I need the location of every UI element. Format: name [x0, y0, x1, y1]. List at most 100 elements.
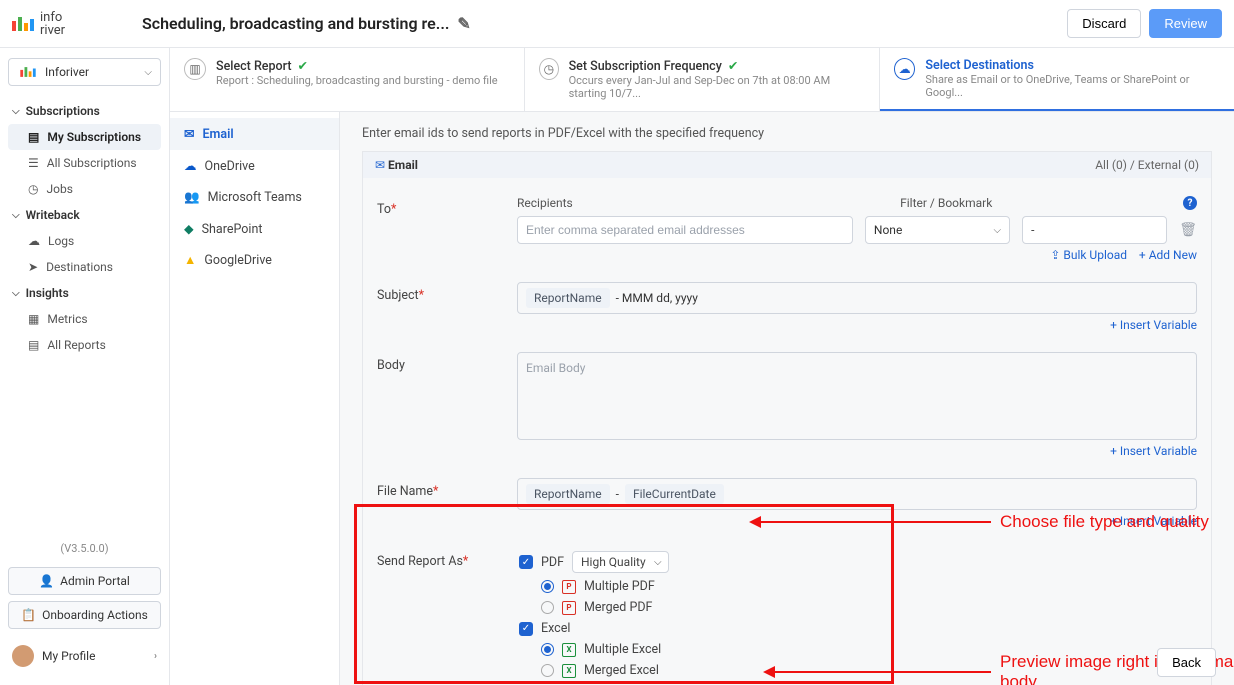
insert-variable-link[interactable]: + Insert Variable	[1110, 318, 1197, 332]
annotation-line	[775, 671, 991, 673]
annotation-arrow	[763, 666, 775, 678]
recipients-header: Recipients	[517, 196, 888, 214]
radio-unselected-icon	[541, 601, 554, 614]
topbar: info river Scheduling, broadcasting and …	[0, 0, 1234, 48]
logo-text: info river	[40, 11, 65, 37]
recipients-input[interactable]	[517, 216, 853, 244]
annotation-arrow	[749, 516, 761, 528]
nav-all-subscriptions[interactable]: ☰All Subscriptions	[8, 150, 161, 176]
bulk-upload-link[interactable]: ⇪ Bulk Upload	[1050, 248, 1127, 262]
insert-variable-link[interactable]: + Insert Variable	[1110, 444, 1197, 458]
checkbox-checked-icon: ✓	[519, 555, 533, 569]
nav-metrics[interactable]: ▦Metrics	[8, 306, 161, 332]
metrics-icon: ▦	[28, 312, 39, 326]
nav-jobs[interactable]: ◷Jobs	[8, 176, 161, 202]
chart-icon	[20, 67, 35, 77]
logo: info river	[12, 11, 142, 37]
filter-select[interactable]: None⌵	[865, 216, 1010, 244]
step-destinations[interactable]: ☁ Select Destinations Share as Email or …	[880, 48, 1234, 111]
variable-chip[interactable]: FileCurrentDate	[625, 484, 724, 504]
logs-icon: ☁	[28, 234, 40, 248]
radio-unselected-icon	[541, 664, 554, 677]
filter-header: Filter / Bookmark	[900, 196, 992, 214]
subject-input[interactable]: ReportName - MMM dd, yyyy	[517, 282, 1197, 314]
variable-chip[interactable]: ReportName	[526, 484, 610, 504]
edit-title-icon[interactable]: ✎	[457, 14, 470, 33]
dest-email[interactable]: ✉Email	[170, 118, 339, 150]
nav-logs[interactable]: ☁Logs	[8, 228, 161, 254]
page-title-row: Scheduling, broadcasting and bursting re…	[142, 14, 1067, 33]
chevron-down-icon: ⌵	[144, 67, 152, 78]
chevron-down-icon: ⌵	[654, 557, 662, 568]
nav-group-insights[interactable]: ⌵Insights	[8, 280, 161, 306]
step-sub-1: Report : Scheduling, broadcasting and bu…	[216, 74, 498, 87]
profile-row[interactable]: My Profile ›	[8, 637, 161, 675]
avatar	[12, 645, 34, 667]
chevron-right-icon: ›	[154, 651, 157, 662]
body-textarea[interactable]: Email Body	[517, 352, 1197, 440]
help-icon[interactable]: ?	[1183, 196, 1197, 210]
teams-icon: 👥	[184, 190, 200, 205]
check-icon: ✔	[728, 58, 738, 74]
label-filename: File Name*	[377, 478, 517, 499]
checkbox-checked-icon: ✓	[519, 622, 533, 636]
form-area: Enter email ids to send reports in PDF/E…	[340, 112, 1234, 685]
reports-icon: ▤	[28, 338, 39, 352]
recipient-count: All (0) / External (0)	[1095, 158, 1199, 172]
step-title-3: Select Destinations	[925, 58, 1034, 73]
nav-destinations[interactable]: ➤Destinations	[8, 254, 161, 280]
email-icon: ✉	[184, 126, 194, 142]
pdf-file-icon: P	[562, 580, 576, 594]
delete-row-icon[interactable]: 🗑	[1179, 222, 1197, 238]
workspace-selector[interactable]: Inforiver ⌵	[8, 58, 161, 86]
label-send-as: Send Report As*	[377, 548, 517, 569]
excel-file-icon: X	[562, 664, 576, 678]
annotation-line	[761, 521, 991, 523]
destination-list: ✉Email ☁OneDrive 👥Microsoft Teams ◆Share…	[170, 112, 340, 685]
review-button[interactable]: Review	[1149, 9, 1222, 38]
pdf-multiple-radio[interactable]: P Multiple PDF	[519, 576, 1197, 597]
nav-all-reports[interactable]: ▤All Reports	[8, 332, 161, 358]
pdf-quality-select[interactable]: High Quality⌵	[572, 551, 669, 573]
stepper: ▥ Select Report✔ Report : Scheduling, br…	[170, 48, 1234, 112]
clock-step-icon: ◷	[539, 58, 559, 80]
pdf-merged-radio[interactable]: P Merged PDF	[519, 597, 1197, 618]
clipboard-icon: 📋	[21, 608, 36, 622]
send-icon: ➤	[28, 260, 38, 274]
onedrive-icon: ☁	[184, 158, 197, 174]
variable-chip[interactable]: ReportName	[526, 288, 610, 308]
dest-sharepoint[interactable]: ◆SharePoint	[170, 213, 339, 245]
step-frequency[interactable]: ◷ Set Subscription Frequency✔ Occurs eve…	[525, 48, 880, 111]
discard-button[interactable]: Discard	[1067, 9, 1141, 38]
clock-icon: ◷	[28, 182, 38, 196]
cloud-icon: ☁	[894, 58, 915, 80]
list-icon: ☰	[28, 156, 39, 170]
bookmark-select[interactable]: -	[1022, 216, 1167, 244]
profile-label: My Profile	[42, 649, 95, 663]
radio-selected-icon	[541, 580, 554, 593]
filename-input[interactable]: ReportName - FileCurrentDate	[517, 478, 1197, 510]
step-select-report[interactable]: ▥ Select Report✔ Report : Scheduling, br…	[170, 48, 525, 111]
report-icon: ▥	[184, 58, 206, 80]
pdf-checkbox[interactable]: ✓ PDF High Quality⌵	[519, 548, 1197, 576]
step-title-2: Set Subscription Frequency	[569, 59, 722, 74]
dest-onedrive[interactable]: ☁OneDrive	[170, 150, 339, 182]
back-button[interactable]: Back	[1157, 648, 1216, 677]
chevron-down-icon: ⌵	[993, 225, 1001, 236]
dest-googledrive[interactable]: ▲GoogleDrive	[170, 245, 339, 276]
workspace-label: Inforiver	[45, 65, 89, 79]
excel-checkbox[interactable]: ✓ Excel	[519, 618, 1197, 639]
add-new-link[interactable]: + Add New	[1139, 248, 1197, 262]
dest-teams[interactable]: 👥Microsoft Teams	[170, 182, 339, 213]
left-nav: Inforiver ⌵ ⌵Subscriptions ▤My Subscript…	[0, 48, 170, 685]
onboarding-button[interactable]: 📋Onboarding Actions	[8, 601, 161, 629]
step-sub-3: Share as Email or to OneDrive, Teams or …	[925, 73, 1220, 99]
nav-group-subscriptions[interactable]: ⌵Subscriptions	[8, 98, 161, 124]
admin-portal-button[interactable]: 👤Admin Portal	[8, 567, 161, 595]
subject-static: - MMM dd, yyyy	[616, 291, 698, 305]
nav-group-writeback[interactable]: ⌵Writeback	[8, 202, 161, 228]
version-text: (V3.5.0.0)	[8, 536, 161, 561]
nav-my-subscriptions[interactable]: ▤My Subscriptions	[8, 124, 161, 150]
doc-icon: ▤	[28, 130, 39, 144]
label-body: Body	[377, 352, 517, 373]
